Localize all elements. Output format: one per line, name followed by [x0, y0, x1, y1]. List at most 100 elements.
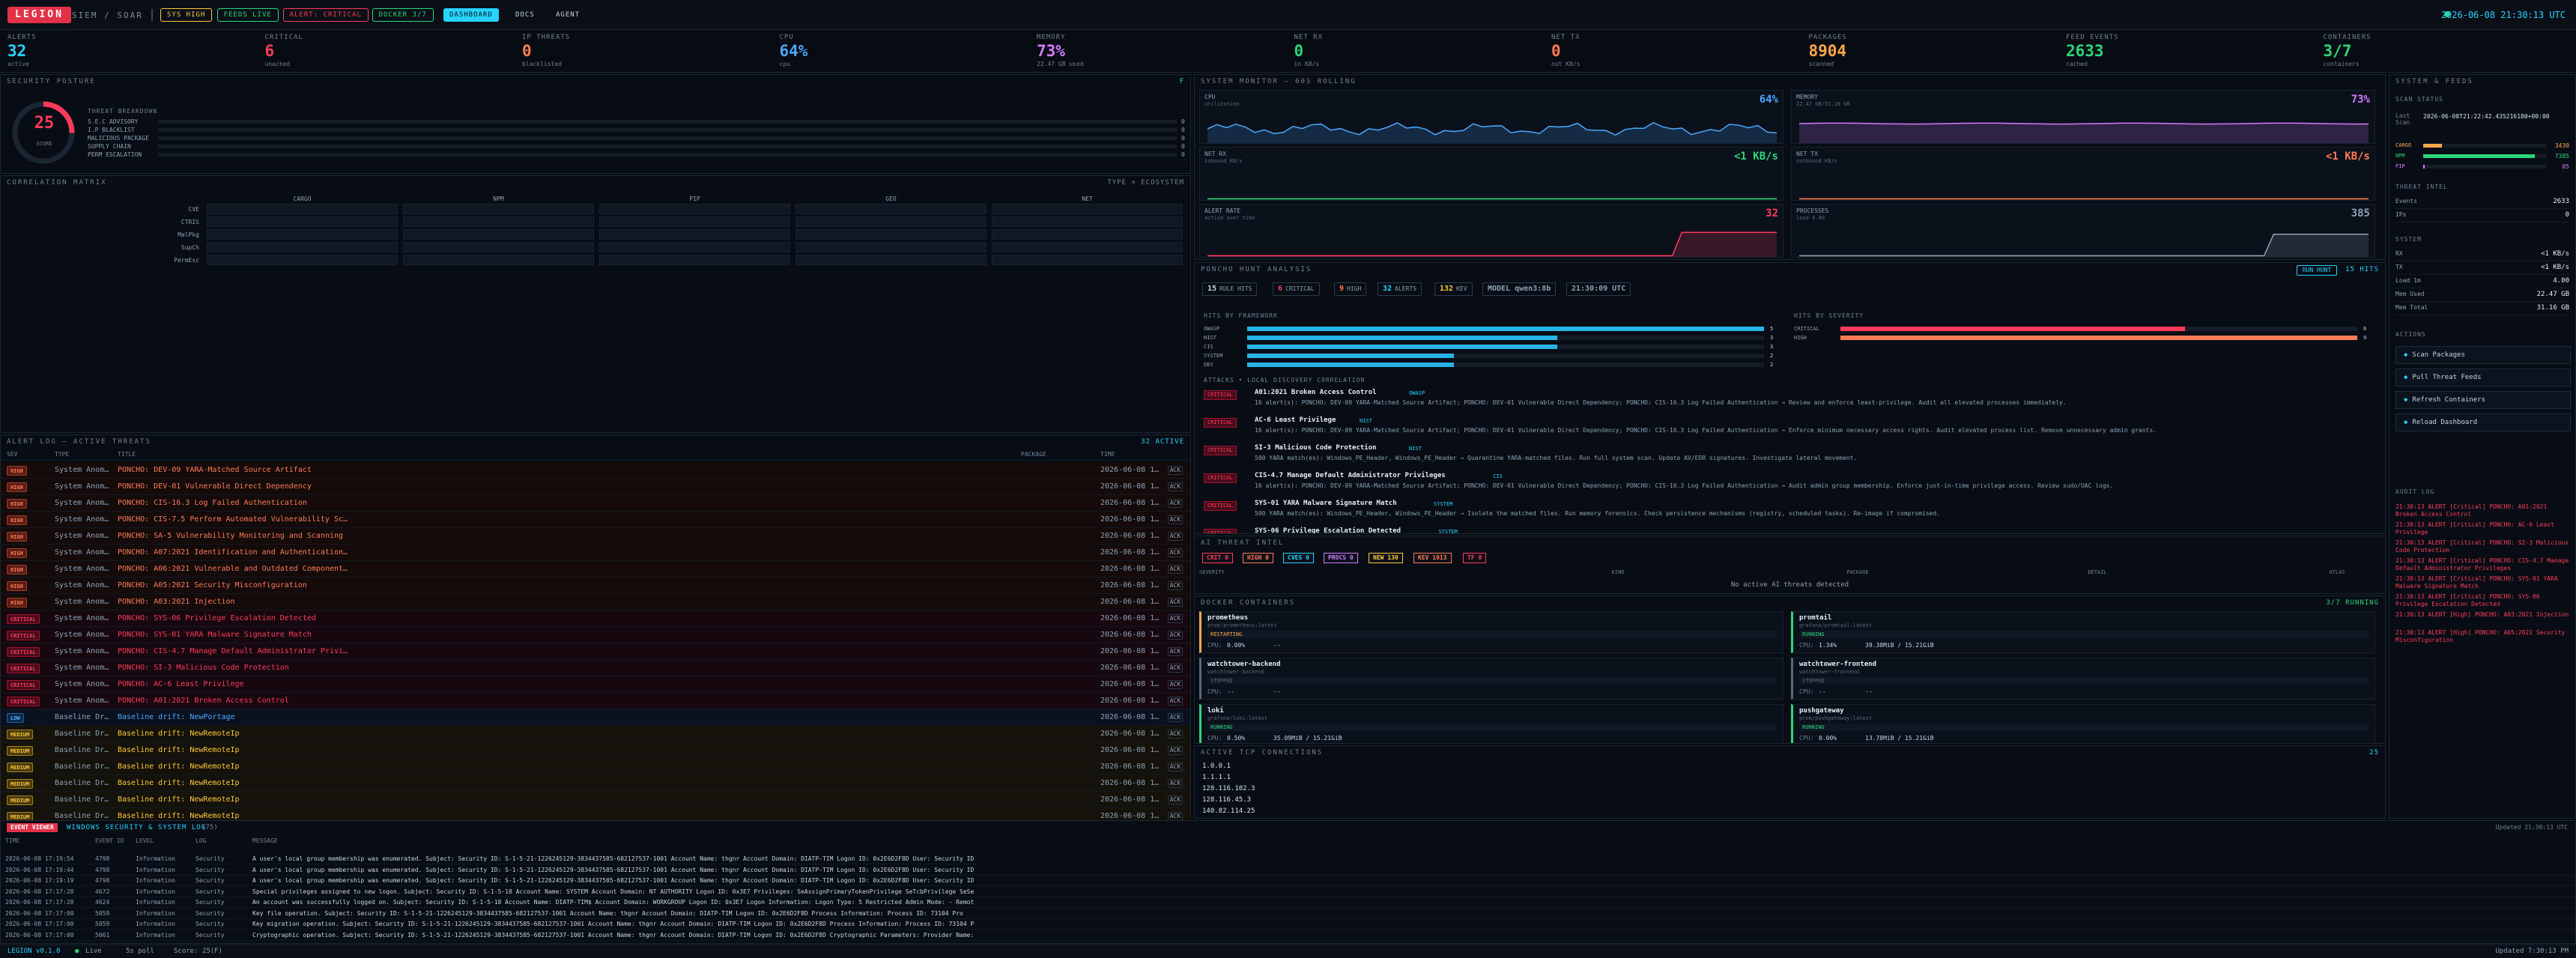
- ack-button[interactable]: ACK: [1168, 746, 1183, 755]
- matrix-cell[interactable]: [992, 216, 1183, 227]
- finding-title[interactable]: SYS-06 Privilege Escalation Detected: [1255, 527, 1401, 533]
- event-row[interactable]: 2026-06-08 17:17:28 4672 Information Securi…: [1, 887, 2575, 897]
- container-card[interactable]: prometheus prom/prometheus:latest RESTARTI…: [1199, 611, 1783, 653]
- alert-title[interactable]: PONCHO: A05:2021 Security Misconfigurati…: [118, 577, 717, 594]
- event-row[interactable]: 2026-06-08 17:17:00 5059 Information Securi…: [1, 909, 2575, 919]
- ack-button[interactable]: ACK: [1168, 664, 1183, 673]
- event-row[interactable]: 2026-06-08 17:19:44 4798 Information Securi…: [1, 865, 2575, 876]
- event-row[interactable]: 2026-06-08 17:19:54 4798 Information Securi…: [1, 854, 2575, 864]
- event-row[interactable]: 2026-06-08 17:19:19 4798 Information Securi…: [1, 876, 2575, 886]
- matrix-cell[interactable]: [795, 216, 987, 227]
- ack-button[interactable]: ACK: [1168, 779, 1183, 788]
- ack-button[interactable]: ACK: [1168, 499, 1183, 508]
- matrix-cell[interactable]: [992, 242, 1183, 252]
- alert-title[interactable]: PONCHO: SYS-01 YARA Malware Signature Ma…: [118, 627, 717, 643]
- matrix-cell[interactable]: [599, 255, 790, 265]
- table-row[interactable]: HIGH System Anom… PONCHO: CIS-7.5 Perform …: [1, 512, 1190, 528]
- table-row[interactable]: MEDIUM Baseline Dr… Baseline drift: NewRem…: [1, 742, 1190, 759]
- alert-title[interactable]: Baseline drift: NewRemoteIp: [118, 792, 717, 808]
- table-row[interactable]: MEDIUM Baseline Dr… Baseline drift: NewRem…: [1, 759, 1190, 775]
- matrix-cell[interactable]: [795, 204, 987, 214]
- table-row[interactable]: HIGH System Anom… PONCHO: A05:2021 Securit…: [1, 577, 1190, 594]
- event-row[interactable]: 2026-06-08 17:17:00 5061 Information Securi…: [1, 930, 2575, 941]
- ack-button[interactable]: ACK: [1168, 482, 1183, 491]
- container-card[interactable]: loki grafana/loki:latest RUNNING CPU: 0.50% 3…: [1199, 704, 1783, 743]
- matrix-cell[interactable]: [599, 204, 790, 214]
- finding-title[interactable]: A01:2021 Broken Access Control: [1255, 389, 1377, 396]
- ack-button[interactable]: ACK: [1168, 763, 1183, 771]
- ack-button[interactable]: ACK: [1168, 680, 1183, 689]
- matrix-cell[interactable]: [795, 242, 987, 252]
- matrix-cell[interactable]: [992, 255, 1183, 265]
- ack-button[interactable]: ACK: [1168, 515, 1183, 524]
- container-card[interactable]: watchtower-backend watchtower-backend STOP…: [1199, 658, 1783, 700]
- alert-title[interactable]: PONCHO: A07:2021 Identification and Auth…: [118, 545, 717, 561]
- alert-title[interactable]: Baseline drift: NewRemoteIp: [118, 742, 717, 759]
- matrix-cell[interactable]: [403, 255, 594, 265]
- alert-title[interactable]: PONCHO: SYS-06 Privilege Escalation Dete…: [118, 610, 717, 627]
- ack-button[interactable]: ACK: [1168, 647, 1183, 656]
- table-row[interactable]: LOW Baseline Dr… Baseline drift: NewPortag…: [1, 709, 1190, 726]
- matrix-cell[interactable]: [599, 242, 790, 252]
- alert-title[interactable]: Baseline drift: NewRemoteIp: [118, 775, 717, 792]
- matrix-cell[interactable]: [992, 204, 1183, 214]
- container-card[interactable]: pushgateway prom/pushgateway:latest RUNNIN…: [1791, 704, 2375, 743]
- matrix-cell[interactable]: [207, 216, 398, 227]
- container-card[interactable]: promtail grafana/promtail:latest RUNNING CP…: [1791, 611, 2375, 653]
- table-row[interactable]: MEDIUM Baseline Dr… Baseline drift: NewRem…: [1, 726, 1190, 742]
- table-row[interactable]: HIGH System Anom… PONCHO: DEV-01 Vulnerabl…: [1, 479, 1190, 495]
- nav-dashboard[interactable]: DASHBOARD: [443, 8, 499, 22]
- ack-button[interactable]: ACK: [1168, 581, 1183, 590]
- matrix-cell[interactable]: [403, 216, 594, 227]
- table-row[interactable]: CRITICAL System Anom… PONCHO: AC-6 Least P…: [1, 676, 1190, 693]
- action-button[interactable]: ◆ Reload Dashboard: [2395, 413, 2571, 431]
- table-row[interactable]: HIGH System Anom… PONCHO: DEV-09 YARA-Matc…: [1, 462, 1190, 479]
- table-row[interactable]: MEDIUM Baseline Dr… Baseline drift: NewRem…: [1, 775, 1190, 792]
- table-row[interactable]: HIGH System Anom… PONCHO: CIS-16.3 Log Fai…: [1, 495, 1190, 512]
- event-row[interactable]: 2026-06-08 17:17:28 4624 Information Securi…: [1, 897, 2575, 908]
- table-row[interactable]: CRITICAL System Anom… PONCHO: SYS-01 YARA …: [1, 627, 1190, 643]
- ack-button[interactable]: ACK: [1168, 598, 1183, 607]
- alert-title[interactable]: PONCHO: CIS-7.5 Perform Automated Vulner…: [118, 512, 717, 528]
- table-row[interactable]: CRITICAL System Anom… PONCHO: SYS-06 Privi…: [1, 610, 1190, 627]
- ack-button[interactable]: ACK: [1168, 631, 1183, 640]
- table-row[interactable]: CRITICAL System Anom… PONCHO: SI-3 Malicio…: [1, 660, 1190, 676]
- matrix-cell[interactable]: [403, 229, 594, 240]
- table-row[interactable]: HIGH System Anom… PONCHO: A03:2021 Injecti…: [1, 594, 1190, 610]
- table-row[interactable]: CRITICAL System Anom… PONCHO: CIS-4.7 Mana…: [1, 643, 1190, 660]
- run-hunt-button[interactable]: RUN HUNT: [2297, 265, 2337, 276]
- alert-title[interactable]: PONCHO: DEV-01 Vulnerable Direct Depende…: [118, 479, 717, 495]
- matrix-cell[interactable]: [207, 255, 398, 265]
- alert-title[interactable]: PONCHO: SI-3 Malicious Code Protection: [118, 660, 717, 676]
- container-card[interactable]: watchtower-frontend watchtower-frontend ST…: [1791, 658, 2375, 700]
- table-row[interactable]: HIGH System Anom… PONCHO: SA-5 Vulnerabili…: [1, 528, 1190, 545]
- action-button[interactable]: ◆ Scan Packages: [2395, 346, 2571, 364]
- ack-button[interactable]: ACK: [1168, 697, 1183, 706]
- ack-button[interactable]: ACK: [1168, 614, 1183, 623]
- finding-title[interactable]: SYS-01 YARA Malware Signature Match: [1255, 500, 1397, 507]
- matrix-cell[interactable]: [795, 255, 987, 265]
- ack-button[interactable]: ACK: [1168, 730, 1183, 739]
- table-row[interactable]: CRITICAL System Anom… PONCHO: A01:2021 Bro…: [1, 693, 1190, 709]
- matrix-cell[interactable]: [207, 229, 398, 240]
- ack-button[interactable]: ACK: [1168, 565, 1183, 574]
- ack-button[interactable]: ACK: [1168, 713, 1183, 722]
- alert-title[interactable]: PONCHO: CIS-16.3 Log Failed Authenticati…: [118, 495, 717, 512]
- table-row[interactable]: HIGH System Anom… PONCHO: A06:2021 Vulnera…: [1, 561, 1190, 577]
- nav-agent[interactable]: AGENT: [550, 8, 586, 22]
- matrix-cell[interactable]: [207, 242, 398, 252]
- matrix-cell[interactable]: [795, 229, 987, 240]
- alert-title[interactable]: PONCHO: A03:2021 Injection: [118, 594, 717, 610]
- ack-button[interactable]: ACK: [1168, 532, 1183, 541]
- action-button[interactable]: ◆ Refresh Containers: [2395, 391, 2571, 409]
- alert-title[interactable]: Baseline drift: NewRemoteIp: [118, 759, 717, 775]
- table-row[interactable]: MEDIUM Baseline Dr… Baseline drift: NewRem…: [1, 792, 1190, 808]
- nav-docs[interactable]: DOCS: [509, 8, 541, 22]
- ack-button[interactable]: ACK: [1168, 548, 1183, 557]
- matrix-cell[interactable]: [207, 204, 398, 214]
- alert-title[interactable]: PONCHO: DEV-09 YARA-Matched Source Artif…: [118, 462, 717, 479]
- alert-title[interactable]: Baseline drift: NewRemoteIp: [118, 726, 717, 742]
- matrix-cell[interactable]: [403, 204, 594, 214]
- alert-title[interactable]: PONCHO: A06:2021 Vulnerable and Outdated…: [118, 561, 717, 577]
- alert-title[interactable]: Baseline drift: NewPortage: [118, 709, 717, 726]
